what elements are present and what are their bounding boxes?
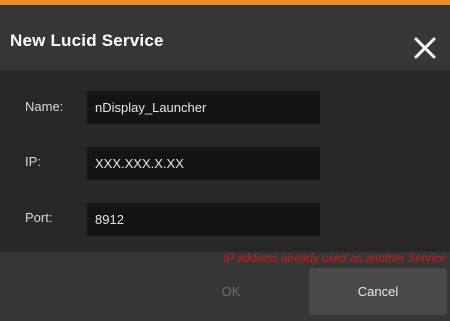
ip-label: IP: [25, 154, 41, 169]
new-service-dialog: New Lucid Service Name: IP: Port: IP add… [0, 0, 450, 321]
error-message: IP address already used as another Servi… [223, 253, 446, 265]
cancel-button[interactable]: Cancel [309, 268, 447, 315]
name-field[interactable] [87, 91, 320, 124]
name-label: Name: [25, 99, 64, 114]
ok-button-label: OK [221, 284, 241, 299]
ok-button[interactable]: OK [160, 268, 302, 315]
close-button[interactable] [412, 35, 438, 61]
close-icon [412, 35, 438, 61]
port-label: Port: [25, 210, 53, 225]
ip-field[interactable] [87, 147, 320, 180]
port-field[interactable] [87, 203, 320, 236]
cancel-button-label: Cancel [357, 284, 399, 299]
dialog-title: New Lucid Service [10, 31, 164, 50]
dialog-header: New Lucid Service [0, 5, 450, 70]
